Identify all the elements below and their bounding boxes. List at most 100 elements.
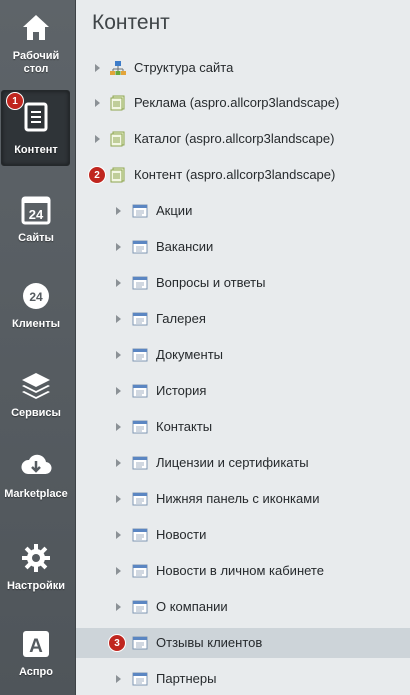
nav-services[interactable]: Сервисы [2,361,70,435]
tree-item[interactable]: Структура сайта [76,53,410,83]
tree-item-label: Нижняя панель с иконками [156,491,320,506]
nav-aspro[interactable]: A Аспро [2,620,70,694]
expand-arrow-icon[interactable] [116,207,121,215]
nav-aspro-label: Аспро [19,666,53,678]
iblock-icon [132,672,148,686]
cloud-download-icon [21,454,52,475]
nav-marketplace[interactable]: Marketplace [2,442,70,516]
cloud-24-icon: 24 [23,283,49,309]
iblock-icon [132,564,148,578]
gear-icon [22,544,50,572]
tree-item[interactable]: Вакансии [76,232,410,262]
iblock-icon [132,240,148,254]
expand-arrow-icon[interactable] [116,387,121,395]
svg-text:24: 24 [29,290,43,304]
tree-item-label: Партнеры [156,671,217,686]
document-icon [24,102,48,132]
tree-item[interactable]: Лицензии и сертификаты [76,448,410,478]
tree-item[interactable]: Документы [76,340,410,370]
expand-arrow-icon[interactable] [116,567,121,575]
tree-item[interactable]: О компании [76,592,410,622]
iblock-type-icon [110,167,125,183]
iblock-icon [132,348,148,362]
expand-arrow-icon[interactable] [116,279,121,287]
nav-desktop-label: Рабочий стол [12,50,60,75]
tree-item[interactable]: История [76,376,410,406]
tree-item[interactable]: Нижняя панель с иконками [76,484,410,514]
iblock-icon [132,492,148,506]
admin-sidebar: Рабочий стол Контент 1 24 Сайты 24 Клиен… [0,0,76,695]
layers-icon [22,373,50,399]
home-icon [23,15,49,40]
tree-item-label: Документы [156,347,224,362]
expand-arrow-icon[interactable] [116,423,121,431]
tree-item-label: Контакты [156,419,213,434]
tree-item[interactable]: Контент (aspro.allcorp3landscape) 2 [76,160,410,190]
iblock-icon [132,276,148,290]
tree-item[interactable]: Отзывы клиентов 3 [76,628,410,658]
nav-settings[interactable]: Настройки [2,534,70,608]
svg-text:24: 24 [29,207,44,222]
nav-services-label: Сервисы [11,407,61,419]
iblock-type-icon [110,131,125,147]
content-panel: Контент Структура сайта Реклама (aspro.al… [76,0,410,695]
nav-marketplace-label: Marketplace [4,488,68,500]
iblock-icon [132,528,148,542]
tree-item[interactable]: Галерея [76,304,410,334]
tree-item-label: Вопросы и ответы [156,275,266,290]
tree-item[interactable]: Каталог (aspro.allcorp3landscape) [76,124,410,154]
tree-item[interactable]: Партнеры [76,664,410,694]
tree-item-label: Реклама (aspro.allcorp3landscape) [134,95,340,110]
tree-item-label: Новости [156,527,207,542]
iblock-icon [132,312,148,326]
expand-arrow-icon[interactable] [116,459,121,467]
svg-text:A: A [29,636,43,657]
tree-item-label: Отзывы клиентов [156,635,263,650]
expand-arrow-icon[interactable] [116,675,121,683]
iblock-type-icon [110,95,125,111]
nav-sites[interactable]: 24 Сайты [2,186,70,260]
nav-content-label: Контент [14,144,58,156]
expand-arrow-icon[interactable] [116,603,121,611]
calendar-24-icon: 24 [21,196,51,225]
tree-item-label: Структура сайта [134,60,234,75]
expand-arrow-icon[interactable] [116,351,121,359]
nav-clients-label: Клиенты [11,318,60,330]
page-title: Контент [92,11,170,34]
expand-arrow-icon[interactable] [116,243,121,251]
iblock-icon [132,456,148,470]
nav-desktop[interactable]: Рабочий стол [2,4,70,78]
expand-arrow-icon[interactable] [116,315,121,323]
iblock-icon [132,636,148,650]
tree-item[interactable]: Реклама (aspro.allcorp3landscape) [76,88,410,118]
tree-item-label: Новости в личном кабинете [156,563,324,578]
expand-arrow-icon[interactable] [116,531,121,539]
step-badge-2: 2 [88,166,106,184]
letter-a-icon: A [23,631,49,657]
tree-item-label: Лицензии и сертификаты [156,455,309,470]
tree-item-label: О компании [156,599,228,614]
expand-arrow-icon[interactable] [95,99,100,107]
nav-clients[interactable]: 24 Клиенты [2,272,70,346]
tree-item[interactable]: Вопросы и ответы [76,268,410,298]
expand-arrow-icon[interactable] [95,135,100,143]
step-badge-3: 3 [108,634,126,652]
tree-item[interactable]: Новости [76,520,410,550]
step-badge-1: 1 [6,92,24,110]
nav-sites-label: Сайты [18,232,54,244]
iblock-icon [132,600,148,614]
tree-item-label: Акции [156,203,193,218]
expand-arrow-icon[interactable] [95,64,100,72]
tree-item-label: Контент (aspro.allcorp3landscape) [134,167,336,182]
nav-settings-label: Настройки [6,580,66,592]
iblock-icon [132,420,148,434]
tree-item[interactable]: Новости в личном кабинете [76,556,410,586]
site-structure-icon [110,61,126,75]
tree-item-label: Галерея [156,311,206,326]
tree-item-label: Вакансии [156,239,214,254]
tree-item[interactable]: Контакты [76,412,410,442]
expand-arrow-icon[interactable] [116,495,121,503]
tree-item-label: История [156,383,207,398]
iblock-icon [132,384,148,398]
tree-item[interactable]: Акции [76,196,410,226]
